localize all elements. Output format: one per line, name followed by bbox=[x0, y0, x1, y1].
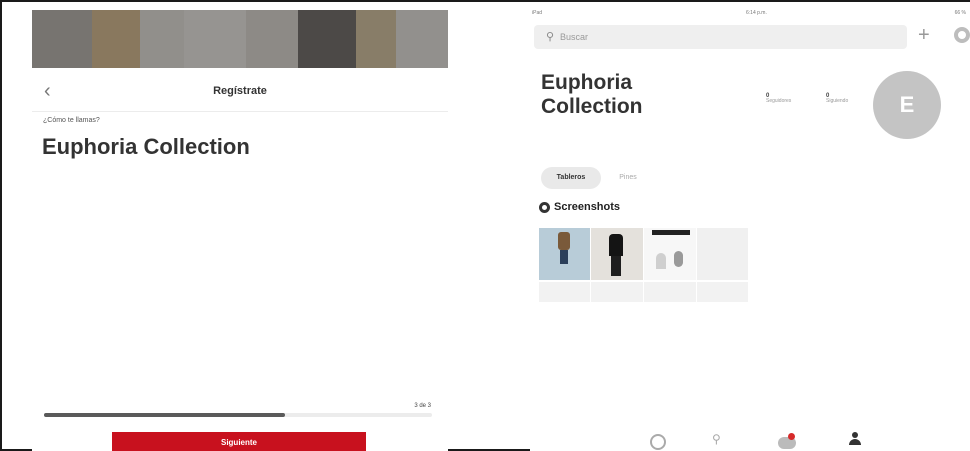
progress-bar bbox=[44, 413, 432, 417]
search-icon: ⚲ bbox=[546, 31, 555, 43]
following-stat[interactable]: 0 Siguiendo bbox=[826, 93, 848, 104]
followers-count: 0 bbox=[766, 93, 770, 99]
name-input[interactable] bbox=[42, 130, 432, 164]
tab-boards[interactable]: Tableros bbox=[541, 167, 601, 189]
battery-label: 66 % bbox=[954, 10, 966, 16]
followers-label: Seguidores bbox=[766, 98, 792, 104]
profile-name: Euphoria Collection bbox=[541, 71, 643, 118]
pin-thumbnail bbox=[644, 228, 696, 280]
pin-placeholder bbox=[644, 282, 696, 302]
header-banner-image bbox=[32, 10, 448, 68]
device-label: iPad bbox=[532, 10, 543, 16]
page-title: Regístrate bbox=[213, 85, 267, 97]
notification-badge bbox=[788, 433, 795, 440]
tab-pins[interactable]: Pines bbox=[608, 167, 648, 189]
pin-placeholder bbox=[539, 282, 590, 302]
search-bar[interactable]: ⚲ Buscar bbox=[534, 25, 907, 49]
board-title: Screenshots bbox=[554, 201, 621, 213]
pin-placeholder bbox=[697, 282, 748, 302]
followers-stat[interactable]: 0 Seguidores bbox=[766, 93, 792, 104]
search-placeholder: Buscar bbox=[560, 32, 589, 42]
next-button[interactable]: Siguiente bbox=[112, 432, 366, 451]
pin-thumbnail bbox=[591, 228, 643, 280]
step-indicator: 3 de 3 bbox=[414, 403, 431, 409]
avatar[interactable]: E bbox=[873, 71, 941, 139]
following-count: 0 bbox=[826, 93, 830, 99]
pin-thumbnail bbox=[697, 228, 748, 280]
progress-fill bbox=[44, 413, 285, 417]
signup-panel: ‹ Regístrate ¿Cómo te llamas? 3 de 3 Sig… bbox=[32, 10, 448, 451]
screenshot-frame: ‹ Regístrate ¿Cómo te llamas? 3 de 3 Sig… bbox=[0, 0, 970, 451]
pin-thumbnail bbox=[539, 228, 590, 280]
search-icon[interactable]: ⚲ bbox=[712, 432, 721, 446]
profile-panel: iPad 6:14 p.m. 66 % ⚲ Buscar + Euphoria … bbox=[530, 2, 970, 451]
gear-icon[interactable] bbox=[954, 27, 970, 43]
signup-header: ‹ Regístrate bbox=[32, 72, 448, 112]
profile-icon[interactable] bbox=[848, 432, 862, 448]
clock: 6:14 p.m. bbox=[746, 10, 767, 16]
name-question-label: ¿Cómo te llamas? bbox=[43, 117, 100, 124]
pin-placeholder bbox=[591, 282, 643, 302]
status-bar: iPad 6:14 p.m. 66 % bbox=[530, 10, 970, 18]
board-icon bbox=[539, 202, 550, 213]
home-icon[interactable] bbox=[650, 434, 666, 450]
add-icon[interactable]: + bbox=[918, 24, 930, 47]
board-preview-grid[interactable] bbox=[539, 228, 749, 302]
